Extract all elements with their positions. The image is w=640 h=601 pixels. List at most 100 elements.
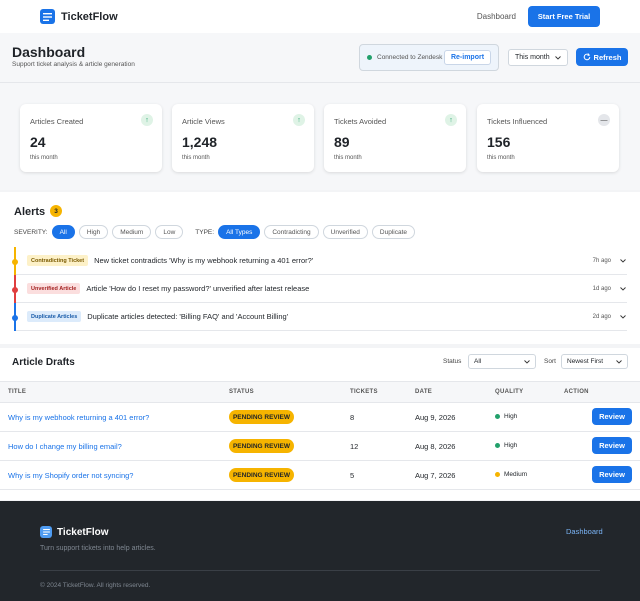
- alert-message: Duplicate articles detected: 'Billing FA…: [87, 312, 289, 321]
- quality-dot: [495, 472, 500, 477]
- stat-card-articles-created: Articles Created ↑ 24 this month: [20, 104, 162, 172]
- quality-indicator: High: [495, 413, 517, 420]
- footer-divider: [40, 570, 600, 571]
- chevron-down-icon: [555, 55, 561, 60]
- type-chip-contradicting[interactable]: Contradicting: [264, 225, 319, 239]
- alert-message: Article 'How do I reset my password?' un…: [86, 284, 310, 293]
- draft-title-link[interactable]: Why is my webhook returning a 401 error?: [8, 413, 149, 422]
- stat-period: this month: [487, 155, 515, 161]
- brand-name[interactable]: TicketFlow: [61, 11, 118, 23]
- stats-section: Articles Created ↑ 24 this month Article…: [0, 82, 640, 190]
- stat-period: this month: [182, 155, 210, 161]
- footer-logo: TicketFlow: [40, 526, 109, 538]
- logo-icon: [40, 526, 52, 538]
- footer: TicketFlow Turn support tickets into hel…: [0, 501, 640, 601]
- alerts-section: Alerts 3 SEVERITY: All High Medium Low T…: [0, 192, 640, 344]
- review-button[interactable]: Review: [592, 466, 632, 483]
- stat-value: 1,248: [182, 134, 218, 150]
- severity-chip-medium[interactable]: Medium: [112, 225, 152, 239]
- draft-title-link[interactable]: How do I change my billing email?: [8, 442, 122, 451]
- footer-dashboard-link[interactable]: Dashboard: [566, 527, 603, 536]
- quality-dot: [495, 414, 500, 419]
- alert-filters: SEVERITY: All High Medium Low TYPE: All …: [14, 225, 419, 239]
- top-nav: TicketFlow Dashboard Start Free Trial: [0, 0, 640, 33]
- period-select[interactable]: This month: [508, 49, 568, 66]
- stat-value: 24: [30, 134, 46, 150]
- stat-label: Tickets Influenced: [487, 117, 548, 126]
- refresh-label: Refresh: [593, 52, 622, 62]
- quality-dot: [495, 443, 500, 448]
- status-filter-value: All: [474, 358, 482, 365]
- alert-severity-dot: [12, 259, 18, 265]
- column-header-date: DATE: [415, 389, 433, 395]
- connected-status-dot: [367, 55, 372, 60]
- status-filter-select[interactable]: All: [468, 354, 536, 369]
- column-header-status: STATUS: [229, 389, 254, 395]
- status-badge: PENDING REVIEW: [229, 410, 294, 424]
- draft-date: Aug 7, 2026: [415, 471, 456, 480]
- column-header-tickets: TICKETS: [350, 389, 378, 395]
- page-subtitle: Support ticket analysis & article genera…: [12, 61, 135, 68]
- draft-date: Aug 8, 2026: [415, 442, 456, 451]
- status-filter-label: Status: [443, 358, 462, 365]
- page-title: Dashboard: [12, 44, 86, 60]
- chevron-down-icon[interactable]: [619, 258, 627, 263]
- review-button[interactable]: Review: [592, 437, 632, 454]
- footer-tagline: Turn support tickets into help articles.: [40, 545, 156, 552]
- type-chip-unverified[interactable]: Unverified: [322, 225, 368, 239]
- stat-card-tickets-influenced: Tickets Influenced — 156 this month: [477, 104, 619, 172]
- trend-flat-icon: —: [598, 114, 610, 126]
- severity-chip-all[interactable]: All: [51, 225, 75, 239]
- table-row: Why is my webhook returning a 401 error?…: [0, 403, 640, 432]
- chevron-down-icon[interactable]: [619, 314, 627, 319]
- ticket-count: 8: [350, 413, 355, 422]
- start-free-trial-button[interactable]: Start Free Trial: [528, 6, 600, 27]
- alert-item[interactable]: Unverified Article Article 'How do I res…: [12, 275, 627, 303]
- refresh-button[interactable]: Refresh: [576, 48, 628, 66]
- quality-indicator: Medium: [495, 471, 527, 478]
- alert-severity-dot: [12, 315, 18, 321]
- alert-message: New ticket contradicts 'Why is my webhoo…: [94, 256, 314, 265]
- stat-label: Article Views: [182, 117, 225, 126]
- review-button[interactable]: Review: [592, 408, 632, 425]
- type-chip-all[interactable]: All Types: [218, 225, 261, 239]
- alert-time: 7h ago: [592, 257, 611, 264]
- column-header-action: ACTION: [564, 389, 589, 395]
- sort-label: Sort: [544, 358, 556, 365]
- trend-up-icon: ↑: [293, 114, 305, 126]
- quality-label: High: [504, 413, 518, 420]
- stat-value: 156: [487, 134, 511, 150]
- table-row: Why is my Shopify order not syncing? PEN…: [0, 461, 640, 490]
- connection-status: Connected to Zendesk: [377, 54, 443, 61]
- severity-chip-high[interactable]: High: [78, 225, 109, 239]
- stat-period: this month: [30, 155, 58, 161]
- column-header-quality: QUALITY: [495, 389, 524, 395]
- logo-icon[interactable]: [40, 9, 55, 24]
- quality-label: Medium: [504, 471, 528, 478]
- type-chip-duplicate[interactable]: Duplicate: [371, 225, 416, 239]
- stat-label: Tickets Avoided: [334, 117, 387, 126]
- ticket-count: 12: [350, 442, 359, 451]
- alert-item[interactable]: Contradicting Ticket New ticket contradi…: [12, 247, 627, 275]
- quality-label: High: [504, 442, 518, 449]
- column-header-title: TITLE: [8, 389, 27, 395]
- severity-label: SEVERITY:: [14, 228, 48, 236]
- stat-card-article-views: Article Views ↑ 1,248 this month: [172, 104, 314, 172]
- nav-dashboard-link[interactable]: Dashboard: [477, 12, 516, 21]
- alerts-title: Alerts: [14, 206, 46, 218]
- alert-type-tag: Duplicate Articles: [27, 311, 82, 322]
- reimport-button[interactable]: Re-import: [444, 50, 491, 65]
- ticket-count: 5: [350, 471, 355, 480]
- alert-item[interactable]: Duplicate Articles Duplicate articles de…: [12, 303, 627, 331]
- trend-up-icon: ↑: [141, 114, 153, 126]
- severity-chip-low[interactable]: Low: [155, 225, 184, 239]
- chevron-down-icon: [616, 359, 622, 364]
- alert-time: 2d ago: [592, 313, 611, 320]
- draft-title-link[interactable]: Why is my Shopify order not syncing?: [8, 471, 133, 480]
- alerts-count-badge: 3: [50, 205, 62, 217]
- chevron-down-icon[interactable]: [619, 286, 627, 291]
- draft-date: Aug 9, 2026: [415, 413, 456, 422]
- sort-select[interactable]: Newest First: [561, 354, 628, 369]
- footer-brand: TicketFlow: [57, 526, 109, 538]
- zendesk-connection-panel: Connected to Zendesk Re-import: [359, 44, 499, 71]
